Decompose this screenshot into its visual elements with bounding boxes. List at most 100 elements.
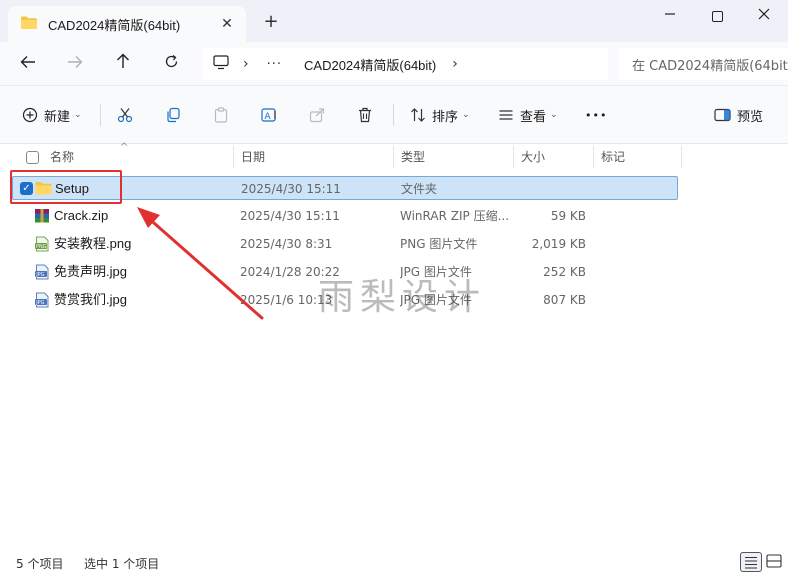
folder-icon [20, 15, 38, 33]
file-date: 2025/4/30 8:31 [240, 237, 333, 251]
tiles-view-icon [766, 554, 782, 568]
share-icon [309, 108, 325, 123]
column-header-date[interactable]: 日期 [235, 144, 393, 170]
file-name: 赞赏我们.jpg [54, 292, 127, 307]
file-size [513, 177, 587, 201]
toolbar-divider [393, 104, 394, 126]
table-row[interactable]: PNG 安装教程.png 2025/4/30 8:31 PNG 图片文件 2,0… [12, 232, 678, 256]
new-button-label: 新建 [44, 109, 71, 125]
column-divider[interactable] [233, 146, 234, 168]
column-divider[interactable] [681, 146, 682, 168]
search-input[interactable]: 在 CAD2024精简版(64bit) 中搜索 [619, 48, 788, 80]
item-count: 5 个项目 [16, 557, 64, 571]
scissors-icon [117, 108, 133, 123]
delete-button[interactable] [357, 104, 373, 126]
sort-button[interactable]: 排序 ⌄ [410, 104, 470, 126]
arrow-up-icon [117, 53, 129, 68]
column-header-type[interactable]: 类型 [395, 144, 513, 170]
refresh-button[interactable] [158, 52, 184, 76]
close-window-button[interactable] [744, 4, 784, 28]
file-date: 2025/4/30 15:11 [241, 182, 341, 196]
file-type: PNG 图片文件 [400, 237, 478, 251]
file-explorer-window: CAD2024精简版(64bit) ✕ + › ··· CAD2024精简版(6… [0, 0, 788, 575]
highlight-annotation-box [10, 170, 122, 204]
address-bar[interactable]: › ··· CAD2024精简版(64bit) › [203, 48, 608, 80]
file-date: 2025/4/30 15:11 [240, 209, 340, 223]
file-type: 文件夹 [401, 182, 438, 196]
title-bar: CAD2024精简版(64bit) ✕ + [0, 0, 788, 42]
breadcrumb-overflow-button[interactable]: ··· [267, 57, 282, 72]
command-bar: 新建 ⌄ A 排序 ⌄ 查看 ⌄ ••• 预览 [0, 86, 788, 144]
tab-current-folder[interactable]: CAD2024精简版(64bit) ✕ [8, 6, 246, 42]
file-name: 安装教程.png [54, 236, 132, 251]
winrar-icon [34, 208, 50, 227]
computer-icon [213, 55, 229, 73]
new-tab-button[interactable]: + [260, 12, 282, 34]
navigation-bar: › ··· CAD2024精简版(64bit) › 在 CAD2024精简版(6… [0, 42, 788, 86]
column-divider[interactable] [513, 146, 514, 168]
back-button[interactable] [15, 52, 41, 76]
maximize-icon [711, 10, 723, 22]
jpg-icon: JPG [34, 264, 50, 283]
chevron-down-icon: ⌄ [74, 110, 82, 120]
tab-close-icon[interactable]: ✕ [218, 15, 236, 33]
sort-icon [411, 108, 425, 122]
minimize-button[interactable] [650, 4, 690, 28]
preview-button-label: 预览 [737, 109, 764, 125]
copy-icon [167, 107, 180, 123]
sort-button-label: 排序 [432, 109, 459, 125]
tiles-view-button[interactable] [764, 552, 786, 572]
column-divider[interactable] [393, 146, 394, 168]
svg-text:A: A [265, 112, 272, 122]
file-size: 252 KB [543, 265, 586, 279]
rename-icon: A [261, 108, 276, 122]
copy-button[interactable] [165, 104, 181, 126]
file-name: 免责声明.jpg [54, 264, 127, 279]
share-button[interactable] [309, 104, 325, 126]
selected-count: 选中 1 个项目 [84, 557, 160, 571]
file-size: 807 KB [543, 293, 586, 307]
rename-button[interactable]: A [261, 104, 279, 126]
arrow-left-icon [20, 56, 35, 68]
jpg-icon: JPG [34, 292, 50, 311]
list-view-icon [499, 110, 513, 120]
column-header-name[interactable]: 名称 [44, 144, 232, 170]
column-divider[interactable] [593, 146, 594, 168]
column-header-row: ^ 名称 日期 类型 大小 标记 [0, 142, 788, 170]
maximize-button[interactable] [697, 4, 737, 28]
more-options-button[interactable]: ••• [585, 104, 607, 126]
svg-text:JPG: JPG [35, 272, 44, 278]
view-button-label: 查看 [520, 109, 547, 125]
column-header-size[interactable]: 大小 [515, 144, 593, 170]
new-button[interactable]: 新建 ⌄ [22, 104, 82, 126]
view-button[interactable]: 查看 ⌄ [498, 104, 558, 126]
file-size: 2,019 KB [531, 237, 586, 251]
chevron-down-icon: ⌄ [550, 110, 558, 120]
minimize-icon [665, 13, 675, 15]
chevron-down-icon: ⌄ [462, 110, 470, 120]
select-all-checkbox[interactable] [26, 151, 39, 164]
file-name: Crack.zip [54, 208, 109, 223]
svg-text:PNG: PNG [36, 244, 47, 250]
details-view-button[interactable] [740, 552, 762, 572]
png-icon: PNG [34, 236, 50, 255]
forward-button[interactable] [62, 52, 88, 76]
svg-text:JPG: JPG [35, 300, 44, 306]
table-row[interactable]: Crack.zip 2025/4/30 15:11 WinRAR ZIP 压缩.… [12, 204, 678, 228]
preview-pane-icon [714, 108, 731, 122]
column-header-tags[interactable]: 标记 [595, 144, 681, 170]
refresh-icon [165, 54, 177, 68]
toolbar-divider [100, 104, 101, 126]
watermark-text: 雨梨设计 [318, 277, 487, 318]
paste-button[interactable] [213, 104, 229, 126]
file-type: WinRAR ZIP 压缩... [400, 209, 510, 223]
chevron-right-icon: › [243, 56, 249, 72]
tab-title: CAD2024精简版(64bit) [48, 17, 181, 33]
plus-circle-icon [22, 107, 38, 123]
up-button[interactable] [110, 52, 136, 76]
breadcrumb-current-folder[interactable]: CAD2024精简版(64bit) [304, 55, 436, 74]
chevron-right-icon: › [452, 56, 458, 72]
cut-button[interactable] [117, 104, 133, 126]
clipboard-icon [214, 107, 228, 123]
preview-button[interactable]: 预览 [714, 104, 763, 126]
